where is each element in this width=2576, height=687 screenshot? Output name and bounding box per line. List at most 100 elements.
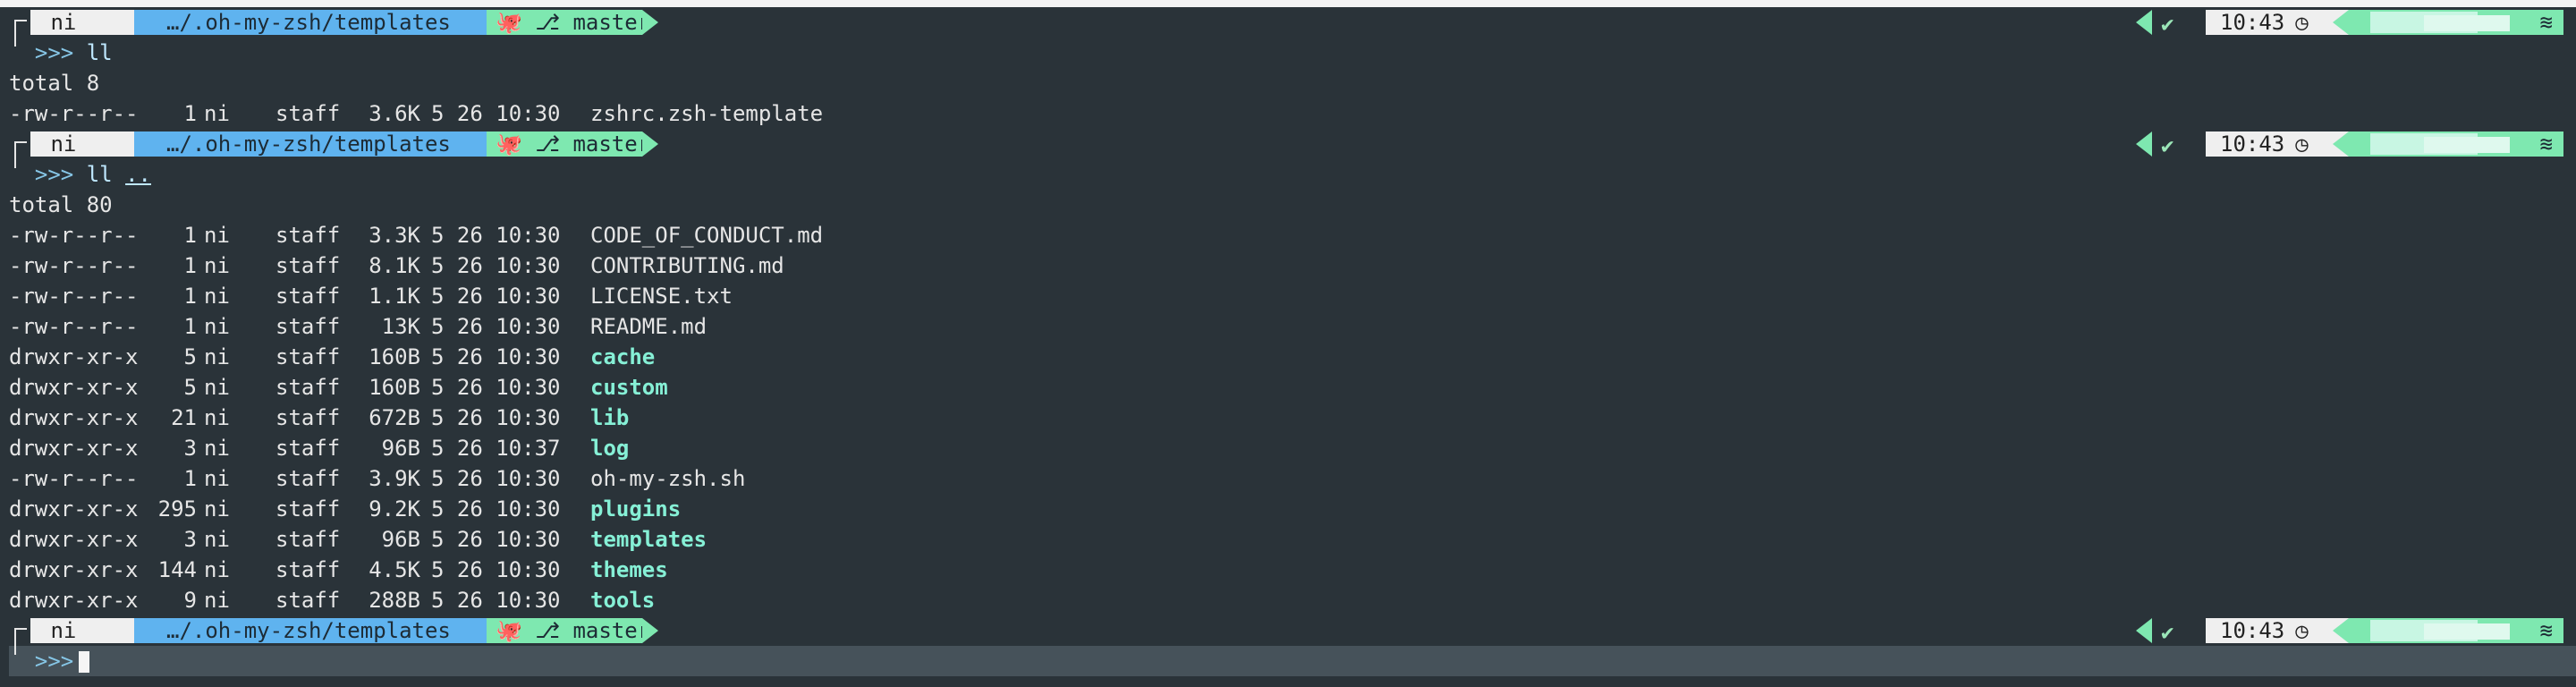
file-name: README.md [590, 314, 708, 339]
dir-path: …/.oh-my-zsh/templates [166, 10, 451, 35]
git-branch-icon: ⎇ [535, 618, 560, 643]
blurred-text [2424, 623, 2510, 640]
status-segment: ✔ [2152, 10, 2206, 37]
file-group: staff [275, 375, 341, 400]
terminal[interactable]: ni …/.oh-my-zsh/templates 🐙 ⎇ master ✔ 10:43… [0, 7, 2576, 676]
file-group: staff [275, 405, 341, 430]
file-size: 160B [369, 344, 420, 369]
file-links: 5 [183, 375, 197, 400]
git-segment: 🐙 ⎇ master [487, 10, 650, 35]
file-entry-row: drwxr-xr-x 5 ni staff 160B 5 26 10:30 cache [9, 342, 2576, 372]
time-text: 10:43 [2220, 131, 2285, 157]
git-branch-icon: ⎇ [535, 131, 560, 157]
command-text: ll [86, 40, 113, 65]
file-permissions: drwxr-xr-x [9, 436, 139, 461]
directory-name: plugins [590, 496, 682, 522]
file-size: 13K [381, 314, 420, 339]
file-entry-row: drwxr-xr-x 3 ni staff 96B 5 26 10:30 templates [9, 524, 2576, 555]
file-date: 5 26 10:30 [431, 284, 561, 309]
file-group: staff [275, 253, 341, 278]
time-segment: 10:43 ◷ [2206, 10, 2349, 35]
prompt-symbol: >>> [34, 162, 74, 187]
check-icon: ✔ [2161, 620, 2174, 645]
github-icon: 🐙 [496, 10, 522, 35]
user-segment: ni [30, 10, 134, 35]
segment-arrow [2333, 131, 2349, 157]
file-date: 5 26 10:30 [431, 466, 561, 491]
file-name: LICENSE.txt [590, 284, 733, 309]
segment-arrow [2136, 618, 2152, 643]
file-size: 1.1K [369, 284, 420, 309]
file-size: 160B [369, 375, 420, 400]
prompt-corner-icon [14, 141, 27, 168]
file-permissions: -rw-r--r-- [9, 314, 139, 339]
file-permissions: drwxr-xr-x [9, 496, 139, 522]
segment-arrow [2136, 131, 2152, 157]
file-owner: ni [204, 223, 230, 248]
time-segment: 10:43 ◷ [2206, 131, 2349, 157]
segment-arrow [642, 10, 658, 35]
prompt-right: ✔ 10:43 ◷ ≋ [2116, 10, 2563, 37]
file-date: 5 26 10:30 [431, 101, 561, 126]
file-group: staff [275, 344, 341, 369]
file-permissions: drwxr-xr-x [9, 557, 139, 582]
file-permissions: drwxr-xr-x [9, 375, 139, 400]
prompt-symbol: >>> [34, 649, 74, 674]
command-input-line[interactable]: >>> [9, 646, 2576, 676]
branch-name: master [572, 10, 651, 35]
file-entry-row: drwxr-xr-x 21 ni staff 672B 5 26 10:30 lib [9, 403, 2576, 433]
time-text: 10:43 [2220, 10, 2285, 35]
file-size: 96B [381, 436, 420, 461]
directory-name: themes [590, 557, 668, 582]
file-date: 5 26 10:30 [431, 375, 561, 400]
file-group: staff [275, 314, 341, 339]
file-date: 5 26 10:30 [431, 405, 561, 430]
file-entry-row: drwxr-xr-x 144 ni staff 4.5K 5 26 10:30 themes [9, 555, 2576, 585]
file-permissions: -rw-r--r-- [9, 466, 139, 491]
user-name: ni [50, 131, 77, 157]
file-links: 1 [183, 466, 197, 491]
file-date: 5 26 10:30 [431, 527, 561, 552]
file-links: 144 [157, 557, 197, 582]
file-links: 1 [183, 284, 197, 309]
file-permissions: drwxr-xr-x [9, 405, 139, 430]
file-size: 3.3K [369, 223, 420, 248]
file-owner: ni [204, 527, 230, 552]
file-permissions: drwxr-xr-x [9, 527, 139, 552]
dir-path: …/.oh-my-zsh/templates [166, 618, 451, 643]
check-icon: ✔ [2161, 133, 2174, 158]
dir-segment: …/.oh-my-zsh/templates [134, 618, 487, 643]
blurred-text [2424, 137, 2510, 153]
file-size: 3.6K [369, 101, 420, 126]
file-group: staff [275, 527, 341, 552]
prompt-symbol: >>> [34, 40, 74, 65]
prompt-right: ✔ 10:43 ◷ ≋ [2116, 618, 2563, 645]
user-name: ni [50, 618, 77, 643]
directory-name: log [590, 436, 630, 461]
github-icon: 🐙 [496, 618, 522, 643]
prompt-bar: ni …/.oh-my-zsh/templates 🐙 ⎇ master ✔ 10:43… [9, 615, 2576, 655]
network-segment: ≋ [2349, 131, 2563, 157]
file-links: 5 [183, 344, 197, 369]
file-size: 8.1K [369, 253, 420, 278]
file-name: zshrc.zsh-template [590, 101, 824, 126]
directory-name: custom [590, 375, 668, 400]
dir-path: …/.oh-my-zsh/templates [166, 131, 451, 157]
file-entry-row: -rw-r--r-- 1 ni staff 8.1K 5 26 10:30 CONTRIBU… [9, 250, 2576, 281]
command-text: ll [86, 162, 113, 187]
git-branch-icon: ⎇ [535, 10, 560, 35]
file-name: CONTRIBUTING.md [590, 253, 784, 278]
wifi-icon: ≋ [2539, 10, 2553, 35]
window-top-strip [0, 0, 2576, 7]
file-size: 96B [381, 527, 420, 552]
file-links: 21 [171, 405, 197, 430]
file-entry-row: -rw-r--r-- 1 ni staff 13K 5 26 10:30 README.md [9, 311, 2576, 342]
file-group: staff [275, 557, 341, 582]
file-entry-row: drwxr-xr-x 9 ni staff 288B 5 26 10:30 tools [9, 585, 2576, 615]
prompt-corner-icon [14, 628, 27, 655]
git-segment: 🐙 ⎇ master [487, 131, 650, 157]
file-links: 1 [183, 253, 197, 278]
file-permissions: drwxr-xr-x [9, 344, 139, 369]
file-links: 3 [183, 527, 197, 552]
file-links: 9 [183, 588, 197, 613]
